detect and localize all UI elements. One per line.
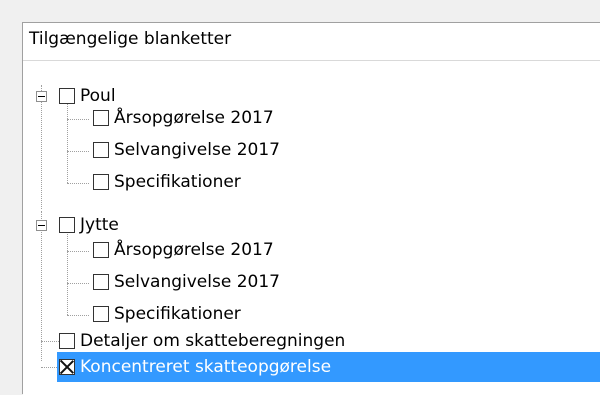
- checkbox-jytte-arsopgorelse-2017[interactable]: [93, 242, 109, 258]
- checkbox-poul-specifikationer[interactable]: [93, 174, 109, 190]
- tree-item-jytte[interactable]: Jytte: [78, 213, 121, 237]
- list-header-title: Tilgængelige blanketter: [29, 29, 232, 49]
- tree-line: [41, 341, 61, 342]
- forms-panel: Tilgængelige blanketter Poul Årsopgørels…: [22, 22, 600, 395]
- checkbox-jytte[interactable]: [59, 217, 75, 233]
- collapse-toggle-jytte[interactable]: [36, 220, 47, 231]
- tree-line: [41, 211, 42, 361]
- tree-line: [67, 227, 68, 315]
- tree-line: [67, 283, 89, 284]
- tree-item-poul-specifikationer[interactable]: Specifikationer: [112, 170, 243, 194]
- checkbox-poul-arsopgorelse-2017[interactable]: [93, 110, 109, 126]
- tree-item-detaljer-om-skatteberegningen[interactable]: Detaljer om skatteberegningen: [78, 329, 347, 353]
- checkbox-jytte-selvangivelse-2017[interactable]: [93, 274, 109, 290]
- tree-line: [67, 151, 89, 152]
- tree-item-jytte-specifikationer[interactable]: Specifikationer: [112, 302, 243, 326]
- tree-line: [67, 183, 89, 184]
- tree-line: [67, 119, 89, 120]
- tree-item-jytte-arsopgorelse-2017[interactable]: Årsopgørelse 2017: [112, 238, 276, 262]
- checkbox-detaljer-om-skatteberegningen[interactable]: [59, 333, 75, 349]
- checkbox-jytte-specifikationer[interactable]: [93, 306, 109, 322]
- forms-tree: Poul Årsopgørelse 2017 Selvangivelse 201…: [23, 61, 600, 395]
- checkbox-poul-selvangivelse-2017[interactable]: [93, 142, 109, 158]
- tree-item-koncentreret-skatteopgorelse[interactable]: Koncentreret skatteopgørelse: [78, 355, 333, 379]
- checkbox-koncentreret-skatteopgorelse[interactable]: [59, 359, 75, 375]
- tree-line: [67, 251, 89, 252]
- tree-item-poul-selvangivelse-2017[interactable]: Selvangivelse 2017: [112, 138, 282, 162]
- tree-item-poul[interactable]: Poul: [78, 84, 118, 108]
- tree-line: [67, 315, 89, 316]
- checkbox-poul[interactable]: [59, 88, 75, 104]
- tree-item-jytte-selvangivelse-2017[interactable]: Selvangivelse 2017: [112, 270, 282, 294]
- tree-item-poul-arsopgorelse-2017[interactable]: Årsopgørelse 2017: [112, 106, 276, 130]
- list-header: Tilgængelige blanketter: [23, 23, 600, 61]
- tree-line: [67, 97, 68, 183]
- tree-line: [41, 85, 42, 209]
- collapse-toggle-poul[interactable]: [36, 91, 47, 102]
